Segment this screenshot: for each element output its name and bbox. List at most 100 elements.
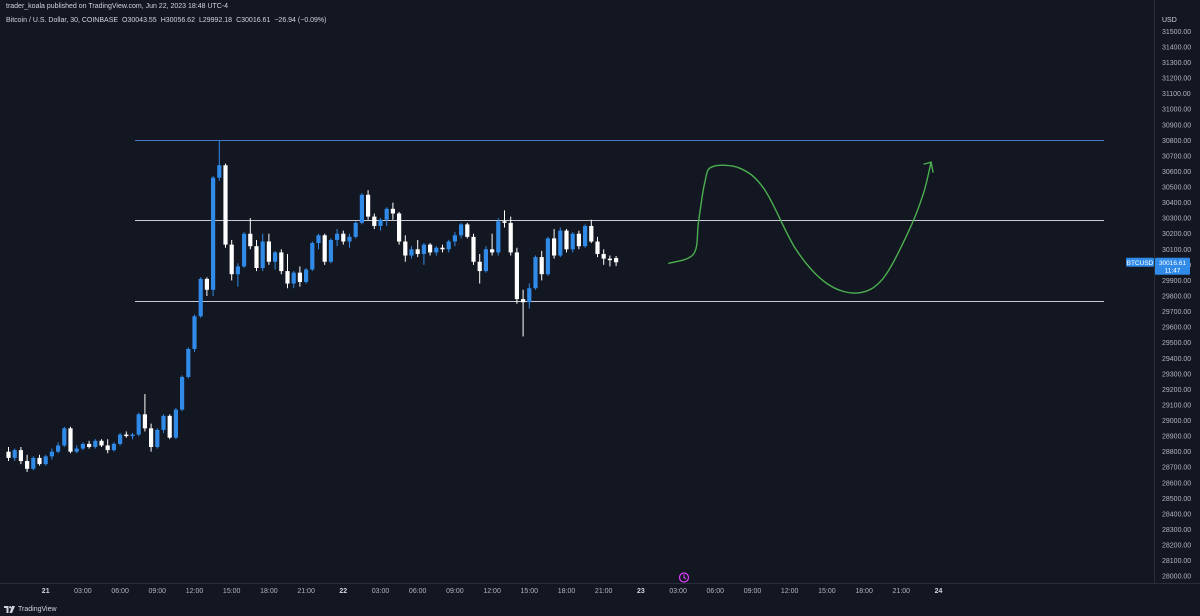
candle-body <box>304 269 309 282</box>
candle <box>242 232 247 268</box>
candle-body <box>192 316 197 349</box>
time-tick-label: 21:00 <box>595 588 613 595</box>
candle-body <box>316 235 321 244</box>
candle-body <box>204 278 209 290</box>
candle-body <box>359 194 364 223</box>
time-tick-label: 09:00 <box>149 588 167 595</box>
candle-body <box>124 434 129 437</box>
candle <box>192 314 197 353</box>
candle-body <box>508 222 513 253</box>
candle-body <box>99 440 104 446</box>
candle <box>328 238 333 264</box>
ohlc-low: L 29992.18 <box>198 17 233 24</box>
candle <box>310 241 315 272</box>
candle-body <box>483 249 488 272</box>
price-tick-label: 29700.00 <box>1162 309 1191 316</box>
time-tick-label: 18:00 <box>260 588 278 595</box>
time-tick-label: 15:00 <box>223 588 241 595</box>
candle-body <box>558 230 563 256</box>
candle-body <box>576 233 581 247</box>
candle-body <box>415 249 420 254</box>
candle-body <box>142 414 147 429</box>
price-tick-label: 30600.00 <box>1162 169 1191 176</box>
time-tick-label: 03:00 <box>372 588 390 595</box>
candle-body <box>322 235 327 262</box>
price-tick-label: 28300.00 <box>1162 527 1191 534</box>
price-tick-label: 28900.00 <box>1162 434 1191 441</box>
candle <box>564 229 569 253</box>
candle-body <box>459 224 464 236</box>
candle-body <box>539 257 544 275</box>
candle-body <box>291 272 296 284</box>
candle-body <box>118 434 123 444</box>
candle-body <box>366 194 371 217</box>
time-tick-label: 03:00 <box>74 588 92 595</box>
time-tick-label: 18:00 <box>558 588 576 595</box>
time-tick-label: 21:00 <box>893 588 911 595</box>
price-tick-label: 30300.00 <box>1162 216 1191 223</box>
candle-body <box>31 457 36 469</box>
candle-body <box>514 252 519 300</box>
candle-body <box>43 456 48 465</box>
candle <box>62 426 67 448</box>
price-tick-label: 29100.00 <box>1162 402 1191 409</box>
candle-body <box>80 443 85 449</box>
candle-body <box>502 221 507 223</box>
time-tick-label: 06:00 <box>111 588 129 595</box>
price-tick-label: 31100.00 <box>1162 91 1191 98</box>
candle-body <box>173 409 178 438</box>
candle-body <box>496 221 501 253</box>
candle <box>167 414 172 440</box>
candle <box>514 247 519 304</box>
candle-body <box>6 451 11 458</box>
candle-body <box>440 247 445 250</box>
price-tick-label: 30200.00 <box>1162 231 1191 238</box>
price-tick-label: 29500.00 <box>1162 340 1191 347</box>
candle-body <box>167 415 172 438</box>
candle-body <box>372 216 377 226</box>
candle-body <box>552 238 557 256</box>
price-tick-label: 29000.00 <box>1162 418 1191 425</box>
price-chart[interactable]: USD 28000.00 28100.00 28200.00 28300.00 2840… <box>0 0 1200 616</box>
candle-body <box>583 225 588 247</box>
candle-body <box>341 233 346 242</box>
candle <box>471 233 476 265</box>
candle-body <box>477 261 482 272</box>
candle-body <box>471 236 476 262</box>
price-tick-label: 30400.00 <box>1162 200 1191 207</box>
candle <box>304 267 309 284</box>
candle-body <box>335 233 340 240</box>
candle-body <box>273 252 278 262</box>
footer-brand: TradingView <box>4 604 57 614</box>
candle-body <box>570 233 575 250</box>
candle-body <box>198 278 203 317</box>
candle-body <box>390 208 395 214</box>
candle <box>211 176 216 296</box>
price-tick-label: 28400.00 <box>1162 511 1191 518</box>
candle-body <box>248 233 253 247</box>
candle <box>279 249 284 275</box>
symbol-title: Bitcoin / U.S. Dollar, 30, COINBASE <box>6 17 119 24</box>
time-tick-label: 06:00 <box>409 588 427 595</box>
price-tick-label: 30700.00 <box>1162 153 1191 160</box>
candle-body <box>105 445 110 451</box>
candle-body <box>545 238 550 275</box>
candle-body <box>533 257 538 289</box>
price-tick-label: 29800.00 <box>1162 294 1191 301</box>
candle-body <box>403 241 408 256</box>
candle-body <box>62 428 67 446</box>
price-tick-label: 30500.00 <box>1162 185 1191 192</box>
candle-body <box>564 230 569 250</box>
candle-body <box>601 253 606 259</box>
time-tick-label: 09:00 <box>744 588 762 595</box>
price-tick-label: 30900.00 <box>1162 122 1191 129</box>
candle <box>465 222 470 239</box>
chart-background <box>0 0 1200 616</box>
candle-body <box>279 252 284 272</box>
candle-body <box>161 415 166 430</box>
candle <box>155 428 160 449</box>
candle-body <box>527 288 532 303</box>
candle-body <box>521 299 526 303</box>
candle-body <box>384 208 389 220</box>
candle-body <box>18 450 23 462</box>
